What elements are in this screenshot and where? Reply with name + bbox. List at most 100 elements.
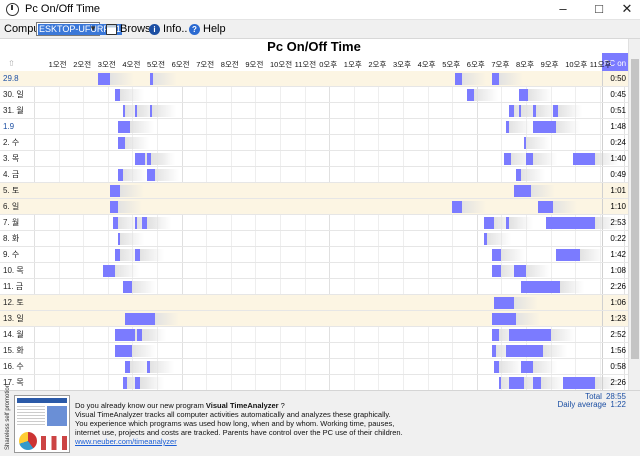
on-time-bar[interactable]	[115, 249, 121, 261]
table-row[interactable]: 30. 일 0:45	[0, 87, 628, 103]
table-row[interactable]: 15. 화 1:56	[0, 343, 628, 359]
table-row[interactable]: 29.8 0:50	[0, 71, 628, 87]
on-time-bar[interactable]	[454, 73, 463, 85]
on-time-bar[interactable]	[117, 233, 121, 245]
on-time-bar[interactable]	[562, 377, 595, 389]
on-time-bar[interactable]	[538, 201, 554, 213]
table-row[interactable]: 13. 일 1:23	[0, 311, 628, 327]
on-time-bar[interactable]	[506, 121, 509, 133]
on-time-bar[interactable]	[508, 377, 524, 389]
on-time-bar[interactable]	[545, 217, 595, 229]
minimize-icon[interactable]: –	[548, 0, 578, 20]
on-time-bar[interactable]	[506, 345, 544, 357]
chevron-down-icon[interactable]: ▼	[89, 23, 97, 35]
on-time-bar[interactable]	[555, 249, 581, 261]
table-row[interactable]: 5. 토 1:01	[0, 183, 628, 199]
on-time-bar[interactable]	[521, 361, 534, 373]
on-time-bar[interactable]	[125, 313, 155, 325]
table-row[interactable]: 8. 화 0:22	[0, 231, 628, 247]
on-time-bar[interactable]	[533, 377, 541, 389]
table-row[interactable]: 1.9 1:48	[0, 119, 628, 135]
table-row[interactable]: 31. 월 0:51	[0, 103, 628, 119]
on-time-bar[interactable]	[134, 249, 140, 261]
on-time-bar[interactable]	[521, 281, 561, 293]
table-row[interactable]: 2. 수 0:24	[0, 135, 628, 151]
on-time-bar[interactable]	[142, 217, 148, 229]
on-time-bar[interactable]	[484, 217, 494, 229]
on-time-bar[interactable]	[122, 377, 128, 389]
on-time-bar[interactable]	[491, 345, 497, 357]
on-time-bar[interactable]	[115, 89, 121, 101]
on-time-bar[interactable]	[149, 73, 154, 85]
on-time-bar[interactable]	[122, 281, 133, 293]
maximize-icon[interactable]: □	[584, 0, 614, 20]
on-time-bar[interactable]	[494, 297, 514, 309]
on-time-bar[interactable]	[572, 153, 595, 165]
on-time-bar[interactable]	[491, 73, 499, 85]
on-time-bar[interactable]	[125, 361, 130, 373]
table-row[interactable]: 9. 수 1:42	[0, 247, 628, 263]
table-row[interactable]: 6. 일 1:10	[0, 199, 628, 215]
on-time-bar[interactable]	[491, 329, 499, 341]
table-row[interactable]: 16. 수 0:58	[0, 359, 628, 375]
on-time-bar[interactable]	[137, 329, 143, 341]
promo-thumbnail[interactable]	[14, 395, 70, 453]
on-time-bar[interactable]	[491, 313, 517, 325]
on-time-bar[interactable]	[526, 153, 534, 165]
on-time-bar[interactable]	[508, 329, 551, 341]
on-time-bar[interactable]	[110, 185, 121, 197]
on-time-bar[interactable]	[513, 265, 526, 277]
on-time-bar[interactable]	[452, 201, 463, 213]
on-time-bar[interactable]	[134, 377, 140, 389]
close-icon[interactable]: ✕	[612, 0, 640, 20]
on-time-bar[interactable]	[518, 89, 529, 101]
table-row[interactable]: 10. 목 1:08	[0, 263, 628, 279]
table-row[interactable]: 11. 금 2:26	[0, 279, 628, 295]
on-time-bar[interactable]	[147, 169, 155, 181]
on-time-bar[interactable]	[506, 217, 509, 229]
table-row[interactable]: 17. 목 2:26	[0, 375, 628, 390]
table-row[interactable]: 7. 월 2:53	[0, 215, 628, 231]
on-time-bar[interactable]	[97, 73, 111, 85]
on-time-bar[interactable]	[117, 121, 130, 133]
on-time-bar[interactable]	[498, 377, 502, 389]
on-time-bar[interactable]	[553, 105, 558, 117]
on-time-bar[interactable]	[503, 153, 512, 165]
on-time-bar[interactable]	[494, 361, 499, 373]
on-time-bar[interactable]	[115, 329, 135, 341]
info-button[interactable]: i Info..	[149, 22, 187, 36]
computer-select[interactable]: ESKTOP-UFURFO1 ▼	[36, 22, 122, 36]
promo-link[interactable]: www.neuber.com/timeanalyzer	[75, 437, 177, 446]
on-time-bar[interactable]	[533, 121, 556, 133]
on-time-bar[interactable]	[466, 89, 475, 101]
on-time-bar[interactable]	[147, 361, 150, 373]
on-time-bar[interactable]	[102, 265, 116, 277]
on-time-bar[interactable]	[122, 105, 125, 117]
table-row[interactable]: 3. 목 1:40	[0, 151, 628, 167]
on-time-bar[interactable]	[523, 137, 526, 149]
table-row[interactable]: 4. 금 0:49	[0, 167, 628, 183]
on-time-bar[interactable]	[484, 233, 487, 245]
on-time-bar[interactable]	[491, 249, 502, 261]
vertical-scrollbar[interactable]	[628, 39, 640, 390]
on-time-bar[interactable]	[134, 217, 138, 229]
on-time-bar[interactable]	[513, 185, 531, 197]
on-time-bar[interactable]	[115, 345, 133, 357]
on-time-bar[interactable]	[134, 153, 145, 165]
on-time-bar[interactable]	[147, 153, 151, 165]
on-time-bar[interactable]	[134, 105, 138, 117]
on-time-bar[interactable]	[516, 169, 522, 181]
help-button[interactable]: ? Help	[189, 22, 226, 36]
on-time-bar[interactable]	[110, 201, 118, 213]
table-row[interactable]: 14. 월 2:52	[0, 327, 628, 343]
on-time-bar[interactable]	[117, 137, 125, 149]
on-time-bar[interactable]	[117, 169, 123, 181]
on-time-bar[interactable]	[518, 105, 522, 117]
table-row[interactable]: 12. 토 1:06	[0, 295, 628, 311]
on-time-bar[interactable]	[491, 265, 502, 277]
on-time-bar[interactable]	[149, 105, 153, 117]
on-time-bar[interactable]	[533, 105, 536, 117]
scrollbar-thumb[interactable]	[631, 59, 639, 359]
on-time-bar[interactable]	[112, 217, 118, 229]
sort-up-icon[interactable]: ⇧	[8, 59, 15, 68]
